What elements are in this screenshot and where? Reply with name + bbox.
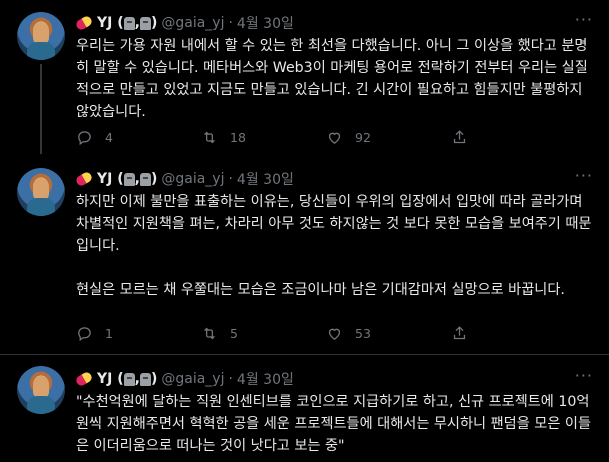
more-options-icon[interactable]: ··· [575, 366, 593, 385]
display-name-close: ) [150, 371, 158, 387]
heart-icon [328, 132, 341, 144]
heart-icon [328, 328, 341, 340]
tweet-text: "수천억원에 달하는 직원 인센티브를 코인으로 지급하기로 하고, 신규 프로… [76, 394, 591, 454]
dot-separator: · [228, 15, 233, 31]
reply-button[interactable]: 1 [76, 325, 201, 342]
share-icon [453, 130, 466, 144]
retweet-count: 5 [230, 326, 238, 341]
tweet-actions: 4 18 92 [76, 129, 576, 146]
tweet-text: 우리는 가용 자원 내에서 할 수 있는 한 최선을 다했습니다. 아니 그 이… [76, 38, 588, 120]
retweet-count: 18 [230, 130, 246, 145]
display-name[interactable]: YJ ( [97, 371, 124, 387]
tweet-date[interactable]: 4월 30일 [237, 369, 294, 389]
share-button[interactable] [451, 129, 576, 146]
retweet-button[interactable]: 18 [201, 129, 326, 146]
user-handle[interactable]: @gaia_yj [161, 371, 224, 387]
user-handle[interactable]: @gaia_yj [161, 171, 224, 187]
thread-line [40, 64, 42, 154]
pill-icon [75, 15, 94, 32]
tweet-header: YJ ( , ) @gaia_yj · 4월 30일 [76, 13, 294, 33]
like-count: 53 [355, 326, 371, 341]
user-handle[interactable]: @gaia_yj [161, 15, 224, 31]
tweet-date[interactable]: 4월 30일 [237, 169, 294, 189]
moai-icon [123, 372, 135, 386]
avatar[interactable] [17, 366, 65, 414]
reply-icon [78, 131, 91, 146]
like-count: 92 [355, 130, 371, 145]
retweet-icon [204, 131, 215, 144]
reply-icon [78, 327, 91, 342]
avatar[interactable] [17, 168, 65, 216]
like-button[interactable]: 53 [326, 325, 451, 342]
tweet-header: YJ ( , ) @gaia_yj · 4월 30일 [76, 369, 294, 389]
dot-separator: · [228, 171, 233, 187]
retweet-button[interactable]: 5 [201, 325, 326, 342]
pill-icon [75, 171, 94, 188]
tweet-text: 하지만 이제 불만을 표출하는 이유는, 당신들이 우위의 입장에서 입맛에 따… [76, 194, 592, 298]
avatar[interactable] [17, 12, 65, 60]
moai-icon [139, 172, 151, 186]
moai-icon [139, 16, 151, 30]
display-name-close: ) [150, 171, 158, 187]
more-options-icon[interactable]: ··· [575, 166, 593, 185]
like-button[interactable]: 92 [326, 129, 451, 146]
share-button[interactable] [451, 325, 576, 342]
tweet-date[interactable]: 4월 30일 [237, 13, 294, 33]
dot-separator: · [228, 371, 233, 387]
share-icon [453, 326, 466, 340]
tweet-header: YJ ( , ) @gaia_yj · 4월 30일 [76, 169, 294, 189]
tweet-divider [0, 354, 609, 355]
more-options-icon[interactable]: ··· [575, 10, 593, 29]
moai-icon [123, 16, 135, 30]
display-name-close: ) [150, 15, 158, 31]
display-name[interactable]: YJ ( [97, 171, 124, 187]
moai-icon [139, 372, 151, 386]
reply-count: 1 [105, 326, 113, 341]
retweet-icon [204, 327, 215, 340]
pill-icon [75, 371, 94, 388]
tweet-actions: 1 5 53 [76, 325, 576, 342]
moai-icon [123, 172, 135, 186]
reply-button[interactable]: 4 [76, 129, 201, 146]
reply-count: 4 [105, 130, 113, 145]
display-name[interactable]: YJ ( [97, 15, 124, 31]
